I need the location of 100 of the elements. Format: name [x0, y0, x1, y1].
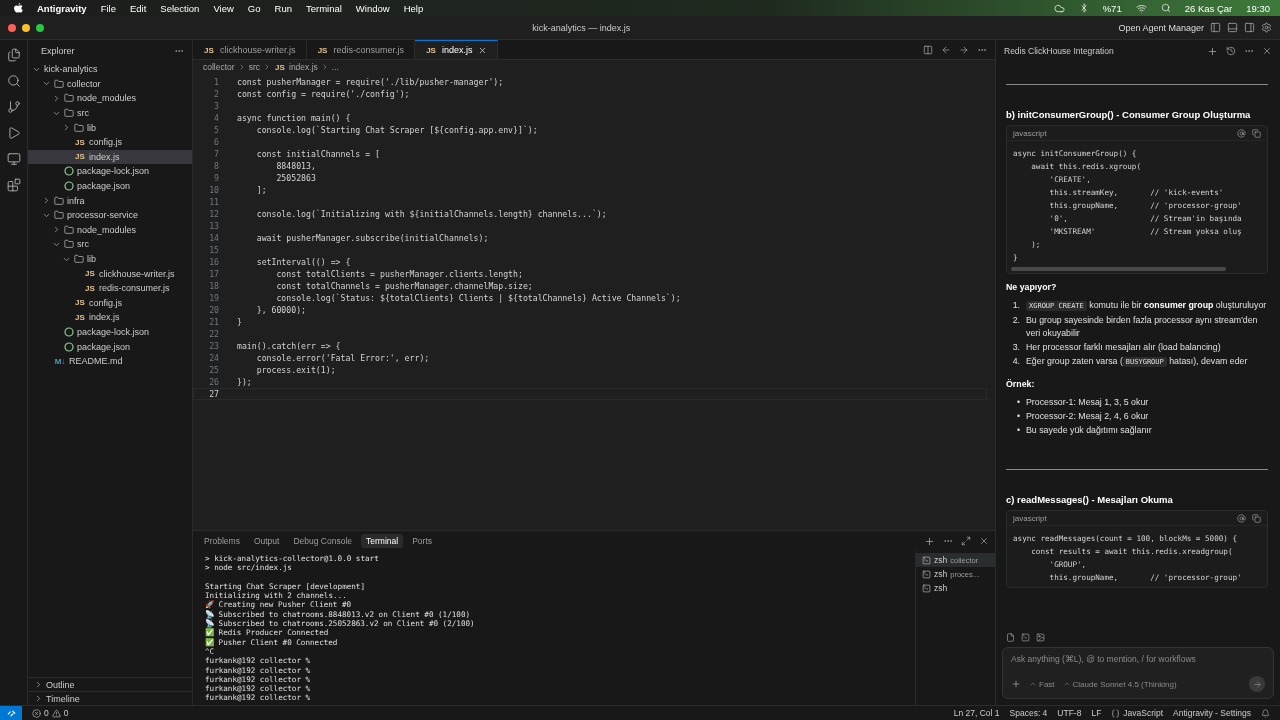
code-line: process.exit(1); [255, 365, 336, 375]
panel-tab[interactable]: Output [248, 534, 285, 548]
model-selector[interactable]: Claude Sonnet 4.5 (Thinking) [1062, 679, 1177, 689]
code-line: }); [237, 377, 252, 387]
chat-input[interactable]: Ask anything (⌘L), @ to mention, / for workflows Fast Claude Sonnet 4.5 (Thinking) [1002, 647, 1274, 699]
close-icon[interactable] [1262, 46, 1272, 56]
code-language: javascript [1013, 128, 1047, 138]
tree-item[interactable]: M↓ README.md [28, 353, 192, 369]
menu-item[interactable]: Go [247, 2, 261, 14]
copy-icon[interactable] [1252, 513, 1261, 523]
mode-selector[interactable]: Fast [1029, 679, 1055, 689]
tree-item[interactable]: infra [28, 193, 192, 208]
menu-item[interactable]: Window [355, 2, 390, 14]
panel-left-icon[interactable] [1210, 22, 1221, 33]
scrollbar[interactable] [1011, 267, 1226, 271]
tree-item[interactable]: processor-service [28, 207, 192, 223]
split-editor-icon[interactable] [923, 44, 933, 55]
tree-item[interactable]: src [28, 105, 192, 121]
tree-item[interactable]: collector [28, 76, 192, 92]
monitor-icon[interactable] [6, 152, 21, 166]
tree-item[interactable]: node_modules [28, 222, 192, 238]
history-icon[interactable] [1226, 46, 1236, 56]
new-terminal-icon[interactable] [924, 535, 935, 547]
terminal-session[interactable]: zsh [916, 581, 995, 595]
mention-icon[interactable] [1237, 128, 1246, 138]
forward-icon[interactable] [959, 44, 969, 55]
minimize-window-button[interactable] [22, 23, 30, 32]
plus-icon[interactable] [1207, 45, 1218, 57]
apple-logo-icon[interactable] [14, 3, 23, 13]
settings-status[interactable]: Antigravity - Settings [1173, 708, 1251, 718]
list-item: • Bu sayede yük dağıtımı sağlanır [1015, 424, 1153, 437]
code-line: } [237, 317, 242, 327]
plus-icon[interactable] [1011, 679, 1021, 689]
language-status[interactable]: JavaScript [1111, 708, 1164, 718]
line-ending-status[interactable]: LF [1091, 708, 1102, 718]
editor-tab[interactable]: JS index.js [415, 40, 498, 59]
menu-item[interactable]: File [100, 2, 116, 14]
tree-item[interactable]: node_modules [28, 91, 192, 106]
zoom-window-button[interactable] [36, 23, 44, 32]
panel-right-icon[interactable] [1244, 22, 1255, 33]
tree-item[interactable]: package.json [28, 339, 192, 354]
markdown-file-icon: M↓ [54, 356, 66, 366]
panel-tab[interactable]: Ports [407, 534, 437, 548]
breadcrumb-item[interactable]: ... [331, 62, 339, 72]
terminal-icon[interactable] [1021, 632, 1030, 642]
tree-item[interactable]: JS config.js [28, 134, 192, 150]
menu-item[interactable]: Terminal [305, 2, 342, 14]
panel-tab[interactable]: Debug Console [288, 534, 358, 548]
tree-item[interactable]: JS clickhouse-writer.js [28, 266, 192, 281]
remote-button[interactable] [0, 706, 22, 720]
tree-item[interactable]: src [28, 237, 192, 252]
agent-manager-link[interactable]: Open Agent Manager [1118, 22, 1204, 33]
run-icon[interactable] [6, 126, 21, 140]
menu-item[interactable]: Selection [160, 2, 200, 14]
image-icon[interactable] [1036, 632, 1045, 642]
app-menu[interactable]: Antigravity [37, 2, 87, 14]
bell-icon[interactable] [1261, 708, 1270, 718]
arrow-right-icon [1252, 679, 1262, 689]
search-icon[interactable] [6, 74, 21, 88]
tree-item[interactable]: lib [28, 251, 192, 267]
tree-item[interactable]: JS config.js [28, 295, 192, 311]
problems-status[interactable]: 0 0 [32, 708, 69, 718]
tree-item[interactable]: kick-analytics [28, 62, 192, 77]
tree-item[interactable]: package.json [28, 178, 192, 194]
file-icon[interactable] [1006, 632, 1015, 642]
extensions-icon[interactable] [6, 178, 21, 192]
menu-item[interactable]: View [213, 2, 234, 14]
panel-tab[interactable]: Problems [199, 534, 245, 548]
mention-icon[interactable] [1237, 513, 1246, 523]
panel-tab[interactable]: Terminal [361, 534, 404, 548]
explorer-icon[interactable] [6, 48, 21, 62]
close-icon[interactable] [979, 535, 989, 547]
line-number: 6 [213, 137, 220, 147]
maximize-icon[interactable] [961, 535, 971, 547]
send-button[interactable] [1249, 676, 1265, 692]
menu-item[interactable]: Edit [129, 2, 147, 14]
close-window-button[interactable] [8, 23, 16, 32]
breadcrumb-item[interactable]: collector [203, 62, 235, 72]
tree-item[interactable]: JS redis-consumer.js [28, 280, 192, 296]
menu-item[interactable]: Run [274, 2, 292, 14]
panel-bottom-icon[interactable] [1227, 22, 1238, 33]
encoding-status[interactable]: UTF-8 [1057, 708, 1082, 718]
sidebar-section-header[interactable]: Outline [28, 677, 192, 691]
line-number: 1 [213, 77, 220, 87]
tree-item[interactable]: JS index.js [28, 149, 192, 165]
indentation-status[interactable]: Spaces: 4 [1009, 708, 1048, 718]
copy-icon[interactable] [1252, 128, 1261, 138]
menu-item[interactable]: Help [403, 2, 424, 14]
source-control-icon[interactable] [6, 100, 21, 114]
settings-icon[interactable] [1261, 22, 1272, 33]
breadcrumb-item[interactable]: JS index.js [274, 62, 318, 72]
tree-item[interactable]: package-lock.json [28, 324, 192, 340]
subheading: Örnek: [1006, 379, 1036, 389]
breadcrumb-item[interactable]: src [248, 62, 260, 72]
code-line: console.log(`Status: ${totalClients} Clients | ${totalChannels} Active Channels`); [275, 293, 681, 303]
tree-item[interactable]: JS index.js [28, 310, 192, 325]
cursor-position[interactable]: Ln 27, Col 1 [953, 708, 1000, 718]
back-icon[interactable] [941, 44, 951, 55]
tree-item[interactable]: lib [28, 120, 192, 135]
tree-item[interactable]: package-lock.json [28, 164, 192, 179]
